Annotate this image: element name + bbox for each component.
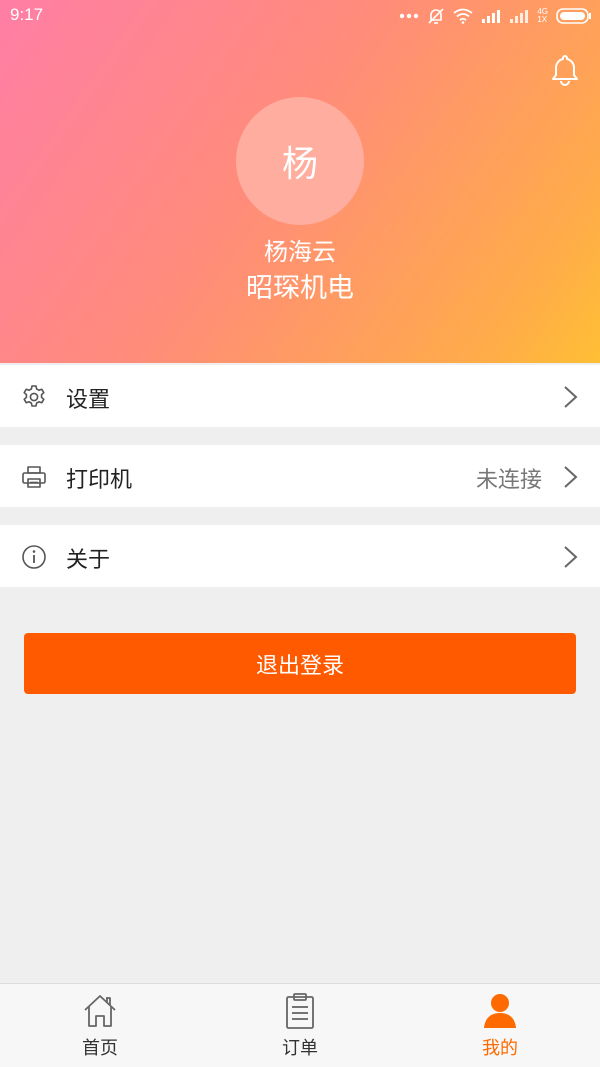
network-type-label: 4G 1X [537, 7, 548, 24]
user-icon [484, 994, 516, 1028]
chevron-right-icon [564, 546, 578, 568]
avatar[interactable]: 杨 [236, 97, 364, 225]
user-name: 杨海云 [264, 238, 336, 266]
menu-item-about[interactable]: 关于 [0, 525, 600, 587]
status-bar: 9:17 4G 1X [0, 0, 600, 32]
logout-button[interactable]: 退出登录 [24, 633, 576, 694]
clipboard-icon [286, 993, 314, 1029]
menu-label-settings: 设置 [66, 388, 111, 413]
menu-item-printer[interactable]: 打印机 未连接 [0, 445, 600, 507]
signal-secondary-icon [510, 10, 529, 23]
tab-label-mine: 我的 [482, 1038, 518, 1059]
tab-home[interactable]: 首页 [0, 984, 200, 1067]
printer-status: 未连接 [475, 468, 542, 493]
company-name: 昭琛机电 [246, 273, 354, 304]
tab-orders[interactable]: 订单 [200, 984, 400, 1067]
signal-icon [482, 10, 501, 23]
chevron-right-icon [564, 466, 578, 488]
gear-icon [23, 385, 45, 407]
tab-label-home: 首页 [82, 1038, 118, 1059]
home-icon [84, 995, 116, 1027]
info-icon [22, 545, 46, 569]
more-dots-icon [400, 13, 419, 19]
tab-label-orders: 订单 [282, 1038, 318, 1059]
profile-header: 9:17 4G 1X 杨 杨海云 昭琛机电 [0, 0, 600, 363]
printer-icon [22, 466, 46, 488]
chevron-right-icon [564, 386, 578, 408]
mute-bell-icon [428, 8, 444, 24]
battery-icon [556, 8, 591, 24]
tab-mine[interactable]: 我的 [400, 984, 600, 1067]
menu-item-settings[interactable]: 设置 [0, 365, 600, 427]
menu-label-printer: 打印机 [66, 468, 133, 493]
notification-bell-icon[interactable] [548, 52, 582, 86]
menu-label-about: 关于 [66, 548, 111, 573]
avatar-initial: 杨 [281, 144, 318, 185]
status-icons: 4G 1X [399, 6, 592, 26]
wifi-icon [453, 8, 473, 24]
bottom-tab-bar: 首页 订单 我的 [0, 983, 600, 1067]
status-time: 9:17 [10, 5, 44, 24]
